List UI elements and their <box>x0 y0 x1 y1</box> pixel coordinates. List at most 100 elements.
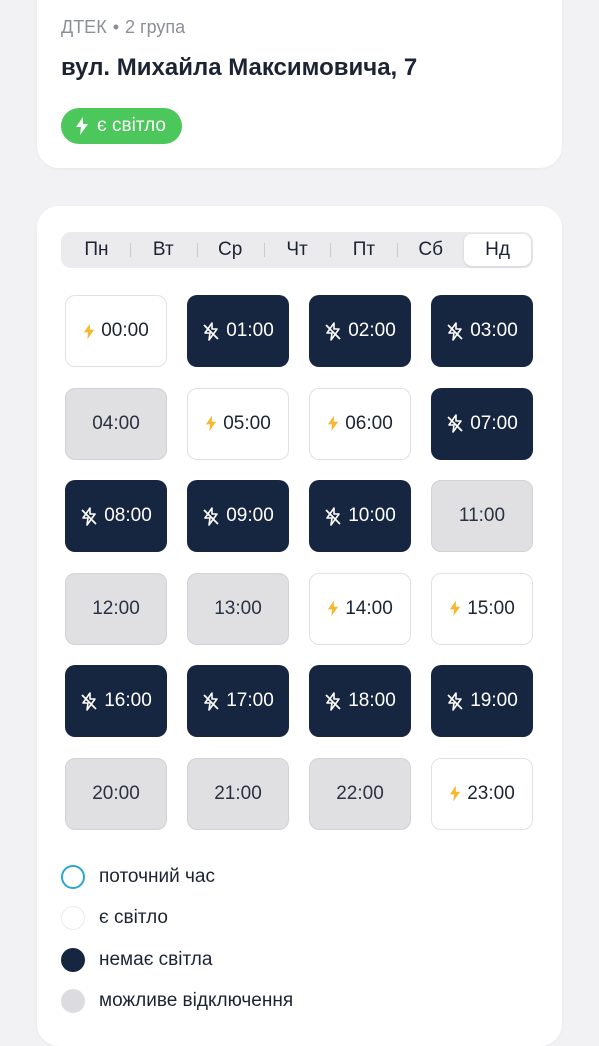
tab-label: Чт <box>286 239 308 260</box>
no-power-icon <box>325 321 341 341</box>
hour-label: 01:00 <box>226 320 274 341</box>
separator-dot: • <box>112 17 119 37</box>
hour-slot[interactable]: 17:00 <box>187 665 289 737</box>
bolt-icon <box>84 323 95 339</box>
hour-label: 10:00 <box>348 505 396 526</box>
tab-day-3[interactable]: Чт <box>263 234 331 266</box>
tab-label: Сб <box>418 239 444 260</box>
legend-label: немає світла <box>99 948 213 970</box>
legend-item-maybe: можливе відключення <box>61 981 293 1023</box>
no-power-icon <box>325 506 341 526</box>
tab-day-0[interactable]: Пн <box>63 234 130 266</box>
hour-slot[interactable]: 11:00 <box>431 480 533 552</box>
legend-label: поточний час <box>99 865 215 887</box>
tab-divider <box>263 243 265 257</box>
hour-label: 11:00 <box>458 505 506 526</box>
bolt-icon <box>328 415 339 432</box>
hour-slot[interactable]: 02:00 <box>309 295 411 367</box>
hour-slot[interactable]: 07:00 <box>431 387 533 460</box>
bolt-icon <box>206 415 217 432</box>
no-power-icon <box>81 691 97 711</box>
hour-label: 17:00 <box>226 690 274 711</box>
legend-swatch <box>61 906 85 931</box>
no-power-icon <box>81 506 97 526</box>
hour-slot[interactable]: 05:00 <box>187 387 289 460</box>
bolt-icon <box>76 117 88 135</box>
hour-slot[interactable]: 14:00 <box>309 572 411 645</box>
tab-day-2[interactable]: Ср <box>196 234 264 266</box>
tab-divider <box>196 243 198 257</box>
hour-slot[interactable]: 21:00 <box>187 757 289 830</box>
legend-swatch <box>61 864 85 889</box>
hour-slot[interactable]: 23:00 <box>431 757 533 830</box>
no-power-icon <box>203 506 219 526</box>
hour-grid: 00:00 01:00 02:00 03:00 04:00 05:00 06:00 07:00… <box>65 295 533 830</box>
hour-slot[interactable]: 19:00 <box>431 665 533 737</box>
tab-divider <box>330 243 332 257</box>
tab-label: Нд <box>485 239 510 260</box>
tab-day-1[interactable]: Вт <box>129 234 197 266</box>
hour-slot[interactable]: 18:00 <box>309 665 411 737</box>
hour-slot[interactable]: 22:00 <box>309 757 411 830</box>
hour-label: 03:00 <box>470 320 518 341</box>
bolt-icon <box>450 785 461 802</box>
group-label: 2 група <box>125 17 186 37</box>
provider-line: ДТЕК • 2 група <box>61 17 185 38</box>
hour-label: 21:00 <box>214 782 262 804</box>
hour-label: 09:00 <box>226 505 274 526</box>
bolt-icon <box>328 600 339 617</box>
tab-day-6[interactable]: Нд <box>464 234 532 266</box>
hour-slot[interactable]: 20:00 <box>65 757 167 830</box>
tab-day-5[interactable]: Сб <box>397 234 464 266</box>
legend-swatch <box>61 989 85 1014</box>
hour-label: 19:00 <box>470 690 518 711</box>
hour-label: 02:00 <box>348 320 396 341</box>
hour-slot[interactable]: 10:00 <box>309 480 411 552</box>
address-card: ДТЕК • 2 група вул. Михайла Максимовича, 7… <box>37 0 562 168</box>
hour-label: 14:00 <box>345 597 393 619</box>
hour-label: 23:00 <box>467 782 515 804</box>
no-power-icon <box>447 414 463 433</box>
power-status-label: є світло <box>97 115 166 136</box>
hour-slot[interactable]: 16:00 <box>65 665 167 737</box>
no-power-icon <box>447 691 463 711</box>
tab-divider <box>397 243 399 257</box>
address-title: вул. Михайла Максимовича, 7 <box>61 54 418 81</box>
hour-label: 18:00 <box>348 690 396 711</box>
hour-slot[interactable]: 12:00 <box>65 572 167 645</box>
hour-label: 00:00 <box>101 320 149 341</box>
legend-swatch <box>61 947 85 972</box>
hour-label: 08:00 <box>104 505 152 526</box>
hour-slot[interactable]: 13:00 <box>187 572 289 645</box>
no-power-icon <box>447 321 463 341</box>
power-status-badge: є світло <box>61 108 182 144</box>
weekday-tabs: Пн Вт Ср Чт Пт Сб Нд <box>61 232 533 268</box>
hour-slot[interactable]: 03:00 <box>431 295 533 367</box>
tab-label: Вт <box>152 239 174 260</box>
legend-item-on: є світло <box>61 898 293 940</box>
hour-label: 22:00 <box>336 782 384 804</box>
legend-item-off: немає світла <box>61 939 293 981</box>
no-power-icon <box>325 691 341 711</box>
no-power-icon <box>203 321 219 341</box>
hour-label: 06:00 <box>345 412 393 434</box>
legend-item-current: поточний час <box>61 856 293 898</box>
hour-label: 12:00 <box>92 597 140 619</box>
tab-label: Ср <box>218 239 243 260</box>
hour-label: 15:00 <box>467 597 515 619</box>
hour-slot[interactable]: 04:00 <box>65 387 167 460</box>
hour-slot[interactable]: 01:00 <box>187 295 289 367</box>
hour-slot[interactable]: 09:00 <box>187 480 289 552</box>
hour-slot[interactable]: 15:00 <box>431 572 533 645</box>
hour-label: 04:00 <box>92 412 140 434</box>
legend-label: можливе відключення <box>99 990 294 1012</box>
hour-slot[interactable]: 08:00 <box>65 480 167 552</box>
hour-label: 16:00 <box>104 690 152 711</box>
hour-label: 13:00 <box>214 597 262 619</box>
hour-slot[interactable]: 00:00 <box>65 295 167 367</box>
tab-label: Пн <box>84 239 109 260</box>
legend-label: є світло <box>99 907 168 929</box>
tab-day-4[interactable]: Пт <box>330 234 397 266</box>
bolt-icon <box>450 600 461 617</box>
hour-slot[interactable]: 06:00 <box>309 387 411 460</box>
